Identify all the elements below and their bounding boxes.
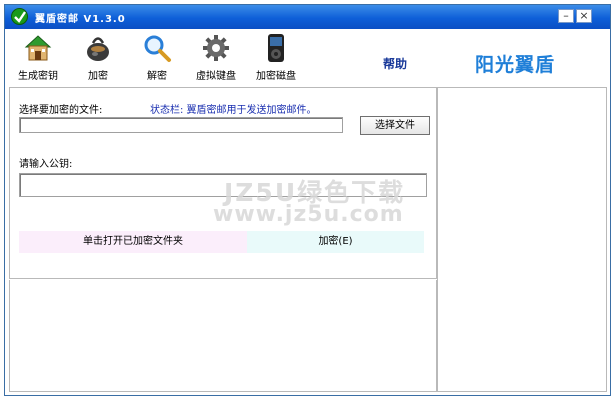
help-link[interactable]: 帮助 bbox=[383, 55, 407, 72]
encrypt-tool-button[interactable]: 加密 bbox=[73, 33, 123, 82]
public-key-label: 请输入公钥: bbox=[19, 159, 73, 170]
public-key-input[interactable] bbox=[19, 173, 427, 197]
toolbar-label: 解密 bbox=[147, 71, 167, 82]
side-panel bbox=[437, 87, 607, 392]
log-panel bbox=[9, 280, 437, 392]
toolbar-label: 加密磁盘 bbox=[256, 71, 296, 82]
magnifier-icon bbox=[144, 35, 171, 62]
encrypt-form-panel: 选择要加密的文件: 状态栏: 翼盾密邮用于发送加密邮件。 选择文件 请输入公钥:… bbox=[9, 87, 437, 279]
encrypt-button[interactable]: 加密(E) bbox=[247, 231, 424, 253]
file-path-input[interactable] bbox=[19, 117, 343, 133]
toolbar: 生成密钥 加密 解密 虚拟键盘 加密磁盘 帮助 阳光翼盾 bbox=[5, 29, 610, 87]
checkmark-icon bbox=[11, 8, 28, 25]
virtual-keyboard-button[interactable]: 虚拟键盘 bbox=[191, 33, 241, 82]
gear-icon bbox=[203, 35, 229, 61]
app-window: 翼盾密邮 V1.3.0 – × 生成密钥 加密 解密 虚拟键盘 加密磁盘 帮助 … bbox=[4, 4, 611, 396]
ipod-icon bbox=[268, 34, 284, 62]
lock-pot-icon bbox=[87, 37, 109, 61]
window-title: 翼盾密邮 V1.3.0 bbox=[35, 14, 126, 25]
generate-key-button[interactable]: 生成密钥 bbox=[13, 33, 63, 82]
toolbar-label: 加密 bbox=[88, 71, 108, 82]
decrypt-tool-button[interactable]: 解密 bbox=[132, 33, 182, 82]
toolbar-label: 虚拟键盘 bbox=[196, 71, 236, 82]
close-button[interactable]: × bbox=[576, 9, 592, 23]
house-icon bbox=[24, 35, 52, 61]
open-encrypted-folder-button[interactable]: 单击打开已加密文件夹 bbox=[19, 231, 247, 253]
file-label: 选择要加密的文件: bbox=[19, 105, 103, 116]
choose-file-button[interactable]: 选择文件 bbox=[360, 116, 430, 135]
minimize-button[interactable]: – bbox=[558, 9, 574, 23]
title-bar[interactable]: 翼盾密邮 V1.3.0 – × bbox=[5, 5, 610, 29]
toolbar-label: 生成密钥 bbox=[18, 71, 58, 82]
status-bar-text: 状态栏: 翼盾密邮用于发送加密邮件。 bbox=[150, 105, 317, 116]
brand-logo-text: 阳光翼盾 bbox=[475, 54, 556, 76]
encrypt-disk-button[interactable]: 加密磁盘 bbox=[251, 33, 301, 82]
